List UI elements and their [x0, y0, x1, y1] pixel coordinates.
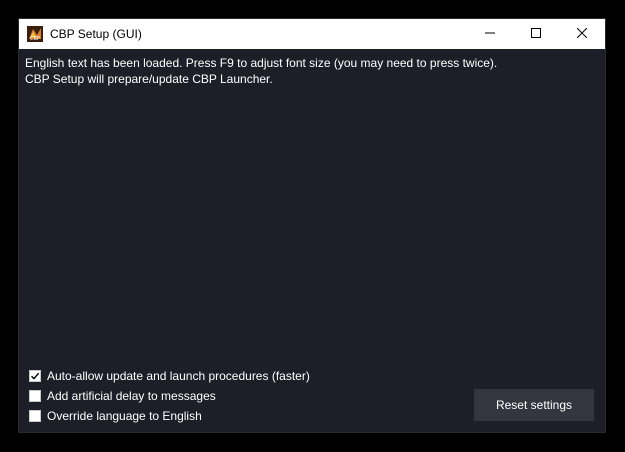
content-area: English text has been loaded. Press F9 t… — [19, 49, 605, 432]
checkmark-icon — [31, 372, 40, 380]
title-bar[interactable]: CBP CBP Setup (GUI) — [19, 19, 605, 49]
override-language-option[interactable]: Override language to English — [29, 407, 202, 425]
artificial-delay-label: Add artificial delay to messages — [47, 389, 216, 403]
artificial-delay-checkbox[interactable] — [29, 390, 41, 402]
svg-text:CBP: CBP — [30, 36, 40, 42]
close-button[interactable] — [559, 19, 605, 49]
log-line: CBP Setup will prepare/update CBP Launch… — [25, 72, 273, 86]
log-line: English text has been loaded. Press F9 t… — [25, 56, 498, 70]
override-language-checkbox[interactable] — [29, 410, 41, 422]
maximize-icon — [531, 25, 541, 43]
setup-window: CBP CBP Setup (GUI) English text has bee… — [19, 19, 605, 432]
maximize-button[interactable] — [513, 19, 559, 49]
auto-allow-checkbox[interactable] — [29, 370, 41, 382]
cbp-app-icon: CBP — [27, 26, 43, 42]
auto-allow-label: Auto-allow update and launch procedures … — [47, 369, 310, 383]
window-title: CBP Setup (GUI) — [50, 27, 142, 41]
artificial-delay-option[interactable]: Add artificial delay to messages — [29, 387, 216, 405]
reset-settings-button[interactable]: Reset settings — [474, 389, 594, 421]
override-language-label: Override language to English — [47, 409, 202, 423]
close-icon — [576, 25, 588, 43]
auto-allow-option[interactable]: Auto-allow update and launch procedures … — [29, 367, 310, 385]
minimize-button[interactable] — [467, 19, 513, 49]
minimize-icon — [485, 25, 495, 43]
